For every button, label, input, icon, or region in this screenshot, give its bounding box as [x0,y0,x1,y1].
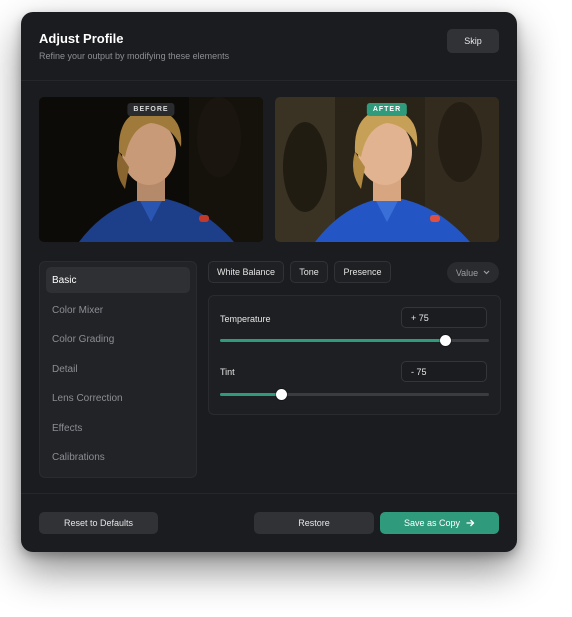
temperature-slider[interactable] [220,335,489,346]
dialog-title: Adjust Profile [39,31,124,46]
restore-button[interactable]: Restore [254,512,374,534]
save-as-copy-label: Save as Copy [403,518,461,528]
sidebar-item-color-mixer[interactable]: Color Mixer [46,297,190,323]
adjust-profile-dialog: Adjust Profile Refine your output by mod… [21,12,517,552]
tab-presence[interactable]: Presence [334,261,391,283]
adjustment-category-sidebar: Basic Color Mixer Color Grading Detail L… [39,261,197,478]
skip-button[interactable]: Skip [447,29,499,53]
sidebar-item-color-grading[interactable]: Color Grading [46,326,190,352]
tint-value-field[interactable]: - 75 [401,361,487,382]
arrow-right-icon [466,519,475,527]
tint-slider-fill [220,393,282,396]
tint-label: Tint [220,367,235,377]
dialog-header: Adjust Profile Refine your output by mod… [21,12,517,81]
tab-tone[interactable]: Tone [290,261,328,283]
chevron-down-icon [483,270,490,275]
after-preview-image: AFTER [275,97,499,242]
tab-white-balance[interactable]: White Balance [208,261,284,283]
before-label: BEFORE [127,103,175,116]
tint-slider[interactable] [220,389,489,400]
temperature-value-field[interactable]: + 75 [401,307,487,328]
sidebar-item-lens-correction[interactable]: Lens Correction [46,385,190,411]
temperature-slider-fill [220,339,446,342]
sidebar-item-basic[interactable]: Basic [46,267,190,293]
before-preview-image: BEFORE [39,97,263,242]
mode-dropdown-value: Value [455,267,479,278]
white-balance-controls: Temperature + 75 Tint - 75 [208,295,501,415]
reset-to-defaults-button[interactable]: Reset to Defaults [39,512,158,534]
tint-slider-thumb[interactable] [276,389,288,400]
temperature-slider-thumb[interactable] [440,335,452,346]
footer-divider [21,493,517,494]
sidebar-item-detail[interactable]: Detail [46,356,190,382]
temperature-label: Temperature [220,314,271,324]
save-as-copy-button[interactable]: Save as Copy [380,512,499,534]
after-label: AFTER [366,103,408,116]
sidebar-item-effects[interactable]: Effects [46,415,190,441]
mode-dropdown[interactable]: Value [447,262,499,283]
dialog-subtitle: Refine your output by modifying these el… [39,51,230,61]
sidebar-item-calibrations[interactable]: Calibrations [46,444,190,470]
